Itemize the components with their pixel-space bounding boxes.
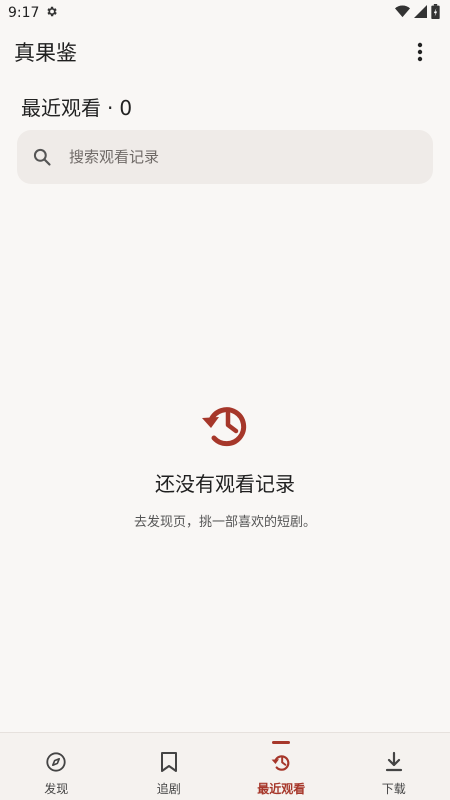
wifi-icon — [395, 5, 410, 22]
nav-item-discover[interactable]: 发现 — [0, 733, 113, 800]
more-vert-icon — [417, 42, 423, 62]
nav-label-following: 追剧 — [156, 782, 181, 796]
history-count: 0 — [119, 96, 133, 120]
nav-item-recent[interactable]: 最近观看 — [225, 733, 338, 800]
status-bar: 9:17 — [0, 0, 450, 26]
settings-gear-icon — [45, 5, 58, 22]
status-time: 9:17 — [8, 5, 40, 21]
signal-icon — [414, 4, 427, 22]
history-icon — [270, 751, 292, 773]
search-icon — [31, 146, 53, 168]
nav-label-download: 下载 — [381, 782, 406, 796]
empty-state-title: 还没有观看记录 — [155, 472, 295, 496]
search-bar[interactable] — [17, 130, 433, 184]
bookmark-icon — [158, 751, 180, 773]
download-icon — [383, 751, 405, 773]
empty-state-subtitle: 去发现页，挑一部喜欢的短剧。 — [133, 515, 316, 530]
section-title-text: 最近观看 — [21, 96, 101, 120]
history-icon — [202, 407, 247, 447]
search-input[interactable] — [69, 148, 399, 166]
bottom-nav: 发现 追剧 最近观看 下载 — [0, 732, 450, 800]
active-tab-indicator — [272, 741, 291, 744]
app-title: 真果鉴 — [14, 41, 77, 65]
nav-label-discover: 发现 — [44, 782, 69, 796]
empty-state: 还没有观看记录 去发现页，挑一部喜欢的短剧。 — [0, 396, 450, 530]
nav-label-recent: 最近观看 — [257, 782, 306, 796]
section-title: 最近观看 · 0 — [21, 92, 132, 121]
more-options-button[interactable] — [408, 40, 432, 64]
nav-item-download[interactable]: 下载 — [338, 733, 450, 800]
app-bar: 真果鉴 — [0, 28, 450, 76]
battery-icon — [431, 3, 440, 23]
nav-item-following[interactable]: 追剧 — [113, 733, 226, 800]
compass-icon — [45, 751, 67, 773]
section-title-separator: · — [107, 96, 114, 120]
